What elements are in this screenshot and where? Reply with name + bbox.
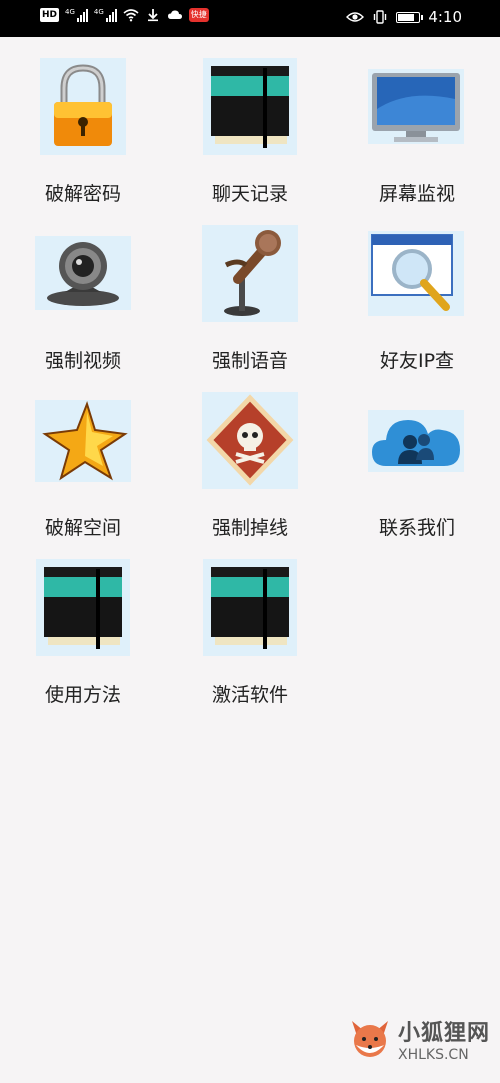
menu-item-label: 强制掉线 bbox=[211, 517, 288, 539]
clock: 4:10 bbox=[428, 8, 462, 26]
cloud-icon bbox=[167, 10, 182, 19]
menu-item-label: 破解密码 bbox=[44, 183, 121, 205]
magnifier-window-icon bbox=[368, 231, 464, 316]
app-notification-badge: 快捷 bbox=[188, 8, 209, 22]
notebook-icon bbox=[203, 559, 297, 656]
menu-item-label: 强制语音 bbox=[211, 350, 288, 372]
webcam-icon bbox=[35, 236, 131, 310]
vibrate-icon bbox=[374, 10, 387, 24]
menu-item-instructions[interactable]: 使用方法 bbox=[3, 556, 163, 722]
watermark-title: 小狐狸网 bbox=[397, 1021, 490, 1046]
hd-voice-icon: HD bbox=[40, 8, 60, 22]
menu-item-label: 聊天记录 bbox=[211, 183, 288, 205]
menu-item-label: 强制视频 bbox=[44, 350, 121, 372]
eye-icon bbox=[346, 12, 365, 22]
padlock-icon bbox=[40, 58, 126, 155]
signal-icon-2: 4G bbox=[94, 8, 117, 22]
menu-item-label: 屏幕监视 bbox=[378, 183, 455, 205]
skull-warning-icon bbox=[202, 392, 298, 489]
signal-icon-1: 4G bbox=[65, 8, 88, 22]
menu-item-screen-monitor[interactable]: 屏幕监视 bbox=[337, 55, 497, 221]
monitor-icon bbox=[368, 69, 464, 144]
wifi-icon bbox=[123, 9, 139, 22]
menu-item-contact-us[interactable]: 联系我们 bbox=[337, 389, 497, 555]
download-icon bbox=[147, 9, 158, 22]
menu-item-activate-software[interactable]: 激活软件 bbox=[170, 556, 330, 722]
notebook-icon bbox=[203, 58, 297, 155]
notebook-icon bbox=[36, 559, 130, 656]
menu-item-crack-password[interactable]: 破解密码 bbox=[3, 55, 163, 221]
menu-item-crack-space[interactable]: 破解空间 bbox=[3, 389, 163, 555]
menu-item-chat-records[interactable]: 聊天记录 bbox=[170, 55, 330, 221]
status-bar: HD 4G 4G 快捷 4:10 bbox=[0, 0, 500, 37]
cloud-users-icon bbox=[368, 410, 464, 472]
watermark: 小狐狸网 XHLKS.CN bbox=[348, 1015, 490, 1063]
fox-logo-icon bbox=[351, 1021, 388, 1057]
star-icon bbox=[35, 400, 131, 482]
menu-item-label: 使用方法 bbox=[44, 684, 121, 706]
menu-item-label: 破解空间 bbox=[44, 517, 121, 539]
menu-item-label: 好友IP查 bbox=[379, 350, 455, 372]
menu-item-force-voice[interactable]: 强制语音 bbox=[170, 222, 330, 388]
menu-item-force-offline[interactable]: 强制掉线 bbox=[170, 389, 330, 555]
watermark-domain: XHLKS.CN bbox=[397, 1047, 469, 1063]
menu-item-friend-ip-lookup[interactable]: 好友IP查 bbox=[337, 222, 497, 388]
menu-item-label: 激活软件 bbox=[211, 684, 288, 706]
battery-icon bbox=[396, 11, 424, 23]
menu-item-force-video[interactable]: 强制视频 bbox=[3, 222, 163, 388]
microphone-icon bbox=[202, 225, 298, 322]
menu-item-label: 联系我们 bbox=[378, 517, 455, 539]
